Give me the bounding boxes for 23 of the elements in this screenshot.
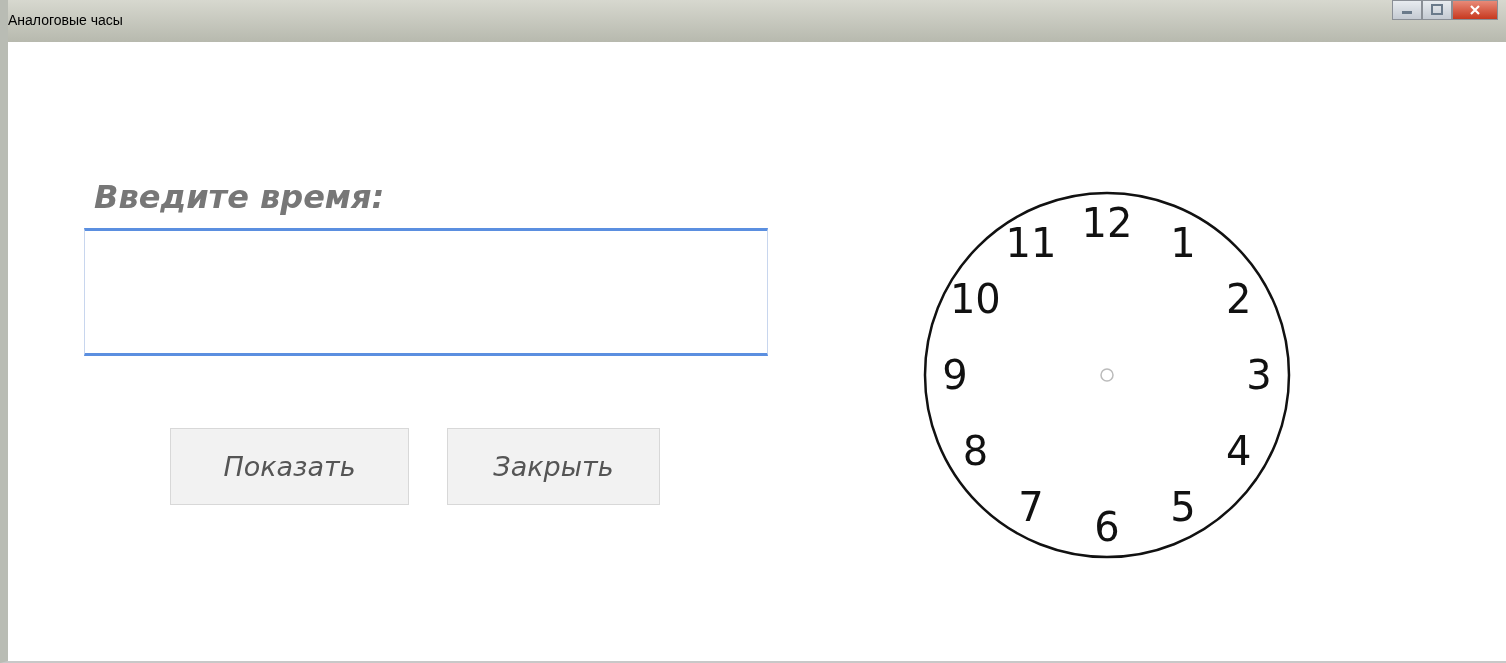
clock-numeral: 11 xyxy=(1005,220,1057,267)
clock-numeral: 3 xyxy=(1246,352,1272,398)
maximize-button[interactable] xyxy=(1422,0,1452,20)
clock-numeral: 6 xyxy=(1094,504,1120,550)
clock-numeral: 7 xyxy=(1018,483,1044,530)
clock-numeral: 8 xyxy=(962,428,989,474)
clock-numeral: 4 xyxy=(1225,428,1252,474)
clock-numeral: 1 xyxy=(1170,220,1196,267)
time-label: Введите время: xyxy=(94,178,386,216)
time-input-field[interactable] xyxy=(84,228,768,356)
clock-center-icon xyxy=(1100,368,1114,382)
clock-numeral: 5 xyxy=(1170,483,1196,530)
clock-numeral: 12 xyxy=(1081,200,1133,246)
close-icon xyxy=(1469,5,1481,15)
clock-numeral: 2 xyxy=(1225,276,1252,322)
close-button[interactable] xyxy=(1452,0,1498,20)
maximize-icon xyxy=(1430,4,1444,16)
show-button[interactable]: Показать xyxy=(170,428,409,505)
clock-numeral: 9 xyxy=(942,352,968,398)
minimize-button[interactable] xyxy=(1392,0,1422,20)
close-form-button[interactable]: Закрыть xyxy=(447,428,660,505)
window-title: Аналоговые часы xyxy=(8,12,123,28)
clock-numeral: 10 xyxy=(949,276,1001,322)
